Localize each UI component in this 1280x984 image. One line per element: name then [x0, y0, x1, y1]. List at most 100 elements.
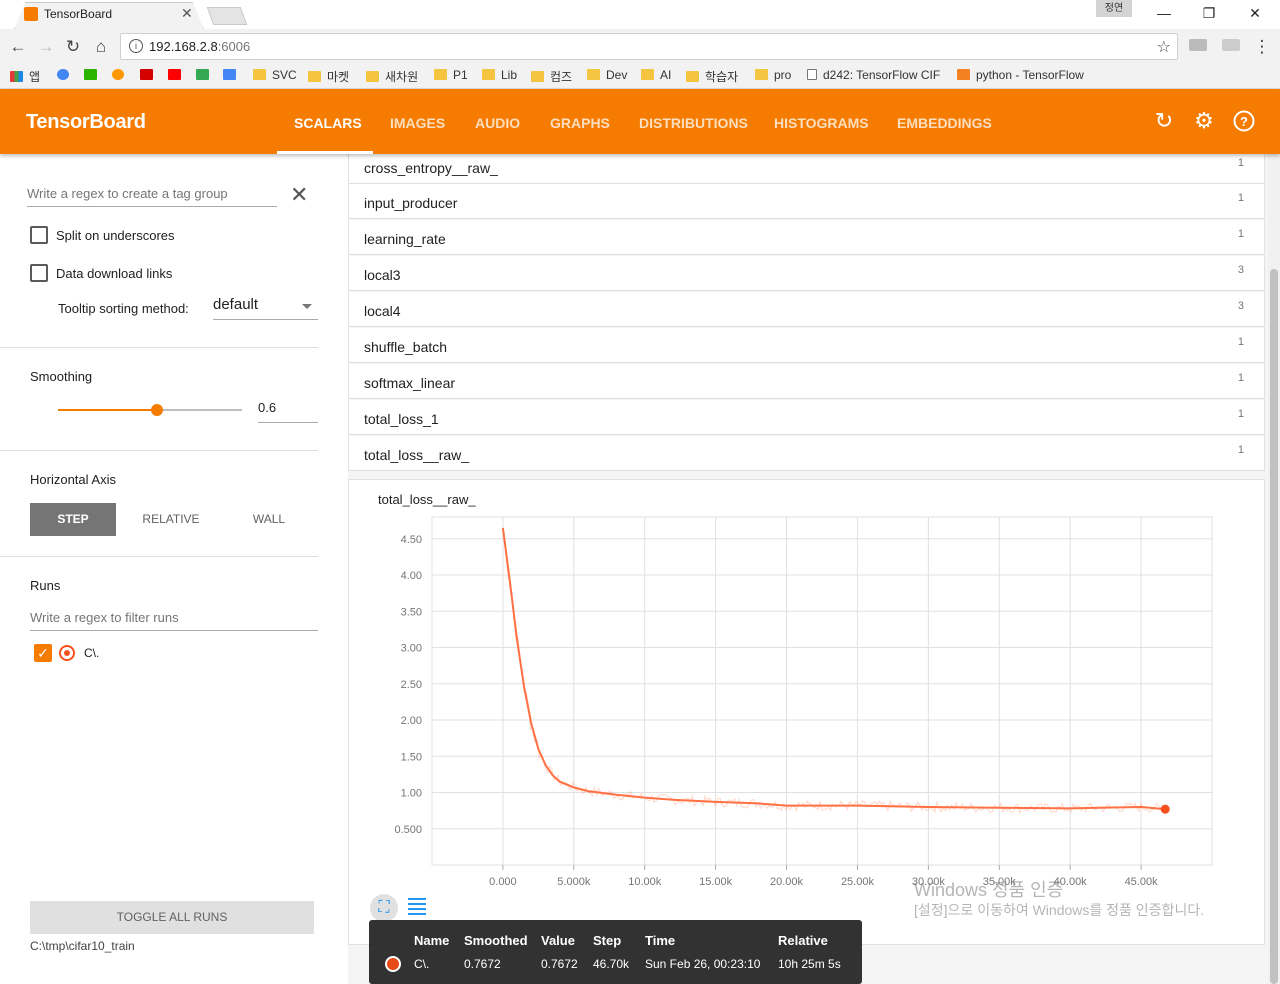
fit-domain-icon[interactable]: ⛶ [370, 894, 398, 922]
y-tick-label: 3.00 [401, 643, 422, 655]
menu-icon[interactable]: ⋮ [1252, 37, 1272, 57]
tooltip-sort-dropdown[interactable]: default [213, 296, 318, 320]
hover-point [1160, 804, 1170, 814]
tab-images[interactable]: IMAGES [390, 115, 445, 131]
tab-distributions[interactable]: DISTRIBUTIONS [639, 115, 748, 131]
minimize-icon[interactable]: — [1154, 5, 1174, 21]
bookmark-learner[interactable]: 학습자 [686, 68, 738, 85]
folder-icon [587, 69, 600, 80]
youtube-icon[interactable] [168, 68, 187, 82]
naver-icon[interactable] [84, 68, 103, 82]
x-tick-label: 25.00k [841, 876, 875, 888]
tag-row-local4[interactable]: local4 3 [348, 292, 1265, 327]
tag-row-total-loss-raw[interactable]: total_loss__raw_ 1 [348, 436, 1265, 471]
folder-icon [366, 71, 379, 82]
google-icon[interactable] [57, 68, 75, 82]
svg-text:?: ? [1240, 114, 1248, 129]
tooltip-time: Sun Feb 26, 00:23:10 [645, 957, 761, 971]
divider [0, 450, 318, 451]
help-icon[interactable]: ? [1232, 109, 1256, 133]
extension-icon[interactable] [1189, 39, 1207, 51]
smoothing-slider[interactable] [58, 404, 242, 416]
bookmark-comz[interactable]: 컴즈 [531, 68, 572, 85]
tab-histograms[interactable]: HISTOGRAMS [774, 115, 869, 131]
translate-icon[interactable] [196, 68, 215, 82]
bookmark-python[interactable]: python - TensorFlow [957, 68, 1084, 82]
daum-icon[interactable] [112, 68, 130, 82]
data-download-checkbox[interactable] [30, 264, 48, 282]
loss-chart[interactable]: 0.000 5.000k 10.00k 15.00k 20.00k 25.00k 30.00… [348, 479, 1265, 899]
clear-regex-icon[interactable]: ✕ [290, 182, 308, 208]
bookmark-market[interactable]: 마켓 [308, 68, 349, 85]
bookmark-dev[interactable]: Dev [587, 68, 627, 82]
cast-icon[interactable] [1222, 39, 1240, 51]
smoothing-slider-fill [58, 409, 158, 411]
forward-icon[interactable]: → [36, 37, 56, 57]
run-color-radio[interactable] [59, 645, 75, 661]
bookmark-apps[interactable]: 앱 [10, 68, 40, 85]
tag-row-shuffle-batch[interactable]: shuffle_batch 1 [348, 328, 1265, 363]
horizontal-axis-label: Horizontal Axis [30, 472, 116, 487]
tag-row-cross-entropy[interactable]: cross_entropy__raw_ 1 [348, 149, 1265, 184]
settings-gear-icon[interactable]: ⚙ [1192, 109, 1216, 133]
address-bar[interactable]: i 192.168.2.8:6006 ☆ [120, 33, 1178, 60]
tab-scalars[interactable]: SCALARS [294, 115, 362, 131]
x-tick-label: 10.00k [628, 876, 662, 888]
bookmark-star-icon[interactable]: ☆ [1157, 37, 1171, 57]
tag-row-learning-rate[interactable]: learning_rate 1 [348, 220, 1265, 255]
profile-button[interactable]: 정연 [1096, 0, 1132, 17]
stackoverflow-icon [957, 69, 970, 80]
tag-name: local4 [364, 303, 401, 319]
back-icon[interactable]: ← [8, 37, 28, 57]
axis-step-button[interactable]: STEP [30, 503, 116, 536]
red-app-icon[interactable] [140, 68, 159, 82]
folder-icon [641, 69, 654, 80]
scrollbar-thumb[interactable] [1270, 269, 1278, 984]
tag-row-local3[interactable]: local3 3 [348, 256, 1265, 291]
tensorboard-favicon-icon [24, 7, 38, 21]
tooltip-smoothed: 0.7672 [464, 957, 501, 971]
run-checkbox[interactable]: ✓ [34, 644, 52, 662]
info-icon[interactable]: i [129, 39, 143, 53]
tab-graphs[interactable]: GRAPHS [550, 115, 610, 131]
tag-row-total-loss-1[interactable]: total_loss_1 1 [348, 400, 1265, 435]
home-icon[interactable]: ⌂ [91, 37, 111, 57]
bookmark-ai[interactable]: AI [641, 68, 671, 82]
smoothing-value-input[interactable]: 0.6 [258, 400, 318, 423]
refresh-icon[interactable]: ↻ [1152, 109, 1176, 133]
toggle-all-runs-button[interactable]: TOGGLE ALL RUNS [30, 901, 314, 934]
axis-wall-button[interactable]: WALL [226, 503, 312, 536]
tag-row-softmax-linear[interactable]: softmax_linear 1 [348, 364, 1265, 399]
bookmark-pro[interactable]: pro [755, 68, 791, 82]
tab-embeddings[interactable]: EMBEDDINGS [897, 115, 992, 131]
axis-relative-button[interactable]: RELATIVE [128, 503, 214, 536]
y-tick-label: 4.50 [401, 534, 422, 546]
tag-group-regex-input[interactable]: Write a regex to create a tag group [27, 182, 277, 207]
runs-filter-input[interactable]: Write a regex to filter runs [30, 606, 318, 631]
tab-audio[interactable]: AUDIO [475, 115, 520, 131]
tooltip-run-color-dot [385, 956, 401, 972]
restore-icon[interactable]: ❐ [1199, 5, 1219, 22]
tab-close-icon[interactable]: ✕ [181, 5, 193, 22]
tag-name: cross_entropy__raw_ [364, 160, 498, 176]
bookmark-lib[interactable]: Lib [482, 68, 517, 82]
run-name: C\. [84, 646, 100, 660]
url-text[interactable]: 192.168.2.8:6006 [149, 39, 250, 54]
new-tab-button[interactable] [206, 7, 248, 25]
split-underscores-checkbox[interactable] [30, 226, 48, 244]
windows-activation-title: Windows 정품 인증 [914, 880, 1064, 900]
google-translate-icon[interactable] [223, 68, 242, 82]
tag-name: softmax_linear [364, 375, 456, 391]
x-tick-label: 20.00k [770, 876, 804, 888]
reload-icon[interactable]: ↻ [63, 37, 83, 57]
bookmark-p1[interactable]: P1 [434, 68, 468, 82]
bookmark-svc[interactable]: SVC [253, 68, 297, 82]
sidebar [0, 154, 348, 984]
page-scrollbar[interactable] [1268, 154, 1280, 984]
tag-count: 3 [1237, 264, 1244, 276]
bookmark-d242[interactable]: d242: TensorFlow CIF [807, 68, 940, 82]
close-window-icon[interactable]: ✕ [1245, 5, 1265, 22]
tag-row-input-producer[interactable]: input_producer 1 [348, 184, 1265, 219]
folder-icon [434, 69, 447, 80]
bookmark-sae[interactable]: 새차원 [366, 68, 418, 85]
